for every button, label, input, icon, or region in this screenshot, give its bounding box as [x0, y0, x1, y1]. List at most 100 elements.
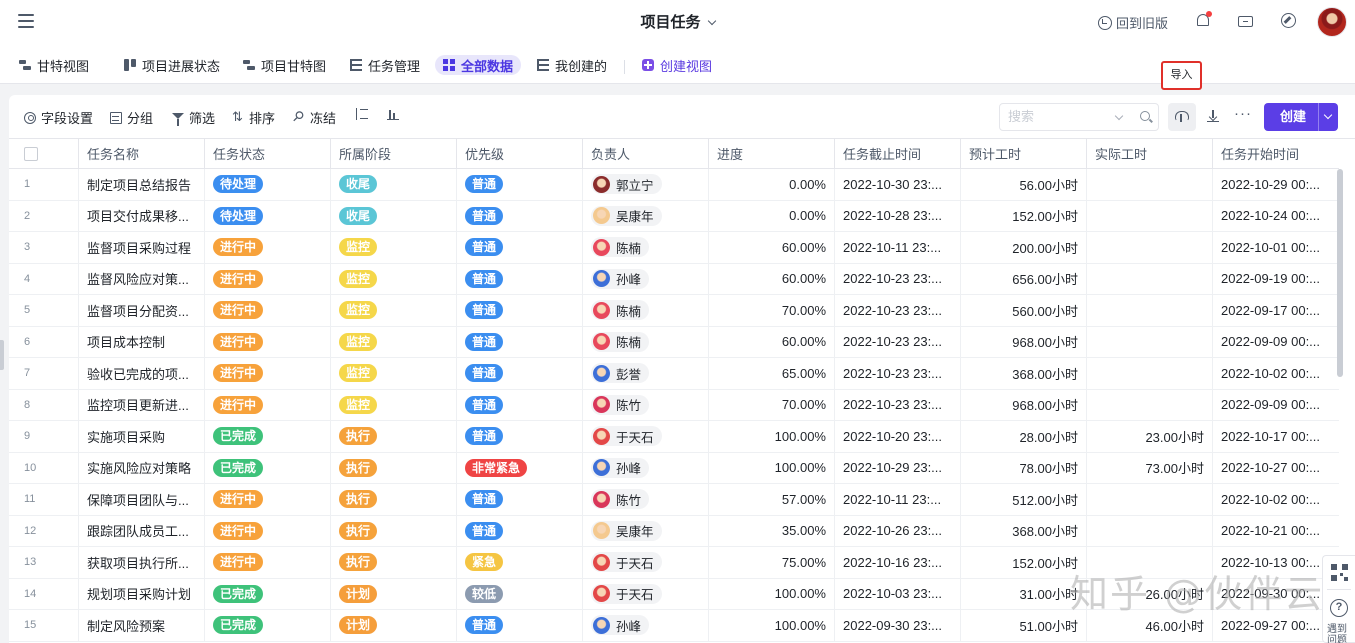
start-date-cell[interactable]: 2022-09-30 00:... — [1213, 579, 1339, 610]
owner-cell[interactable]: 孙峰 — [583, 452, 709, 483]
start-date-cell[interactable]: 2022-10-17 00:... — [1213, 421, 1339, 452]
table-row[interactable]: 6 项目成本控制 进行中 监控 普通 陈楠 60.00% 2022-10-23 23:... 9… — [9, 326, 1339, 358]
avatar[interactable] — [1317, 7, 1347, 37]
owner-cell[interactable]: 吴康年 — [583, 200, 709, 231]
due-date-cell[interactable]: 2022-10-03 23:... — [835, 578, 961, 609]
estimated-hours-cell[interactable]: 368.00小时 — [961, 515, 1087, 546]
due-date-cell[interactable]: 2022-10-23 23:... — [835, 295, 961, 326]
progress-cell[interactable]: 35.00% — [709, 515, 835, 546]
tab-created-by-me[interactable]: 我创建的 — [537, 55, 607, 75]
actual-hours-cell[interactable] — [1087, 263, 1213, 294]
table-row[interactable]: 13 获取项目执行所... 进行中 执行 紧急 于天石 75.00% 2022-10-16 2… — [9, 547, 1339, 579]
column-header[interactable]: 进度 — [709, 139, 835, 168]
start-date-cell[interactable]: 2022-10-02 00:... — [1213, 484, 1339, 515]
estimated-hours-cell[interactable]: 200.00小时 — [961, 232, 1087, 263]
task-name-cell[interactable]: 验收已完成的项... — [79, 358, 205, 389]
status-cell[interactable]: 进行中 — [205, 326, 331, 357]
estimated-hours-cell[interactable]: 512.00小时 — [961, 484, 1087, 515]
due-date-cell[interactable]: 2022-10-23 23:... — [835, 389, 961, 420]
column-header[interactable]: 任务截止时间 — [835, 139, 961, 168]
actual-hours-cell[interactable] — [1087, 358, 1213, 389]
stage-cell[interactable]: 执行 — [331, 421, 457, 452]
table-row[interactable]: 3 监督项目采购过程 进行中 监控 普通 陈楠 60.00% 2022-10-11 23:..… — [9, 232, 1339, 264]
actual-hours-cell[interactable] — [1087, 232, 1213, 263]
status-cell[interactable]: 进行中 — [205, 232, 331, 263]
table-row[interactable]: 4 监督风险应对策... 进行中 监控 普通 孙峰 60.00% 2022-10-23 23:… — [9, 263, 1339, 295]
actual-hours-cell[interactable] — [1087, 326, 1213, 357]
due-date-cell[interactable]: 2022-10-23 23:... — [835, 326, 961, 357]
due-date-cell[interactable]: 2022-10-30 23:... — [835, 169, 961, 200]
due-date-cell[interactable]: 2022-10-11 23:... — [835, 484, 961, 515]
table-row[interactable]: 12 跟踪团队成员工... 进行中 执行 普通 吴康年 35.00% 2022-10-26 2… — [9, 515, 1339, 547]
column-header[interactable]: 任务名称 — [79, 139, 205, 168]
estimated-hours-cell[interactable]: 968.00小时 — [961, 326, 1087, 357]
owner-cell[interactable]: 陈楠 — [583, 232, 709, 263]
column-header[interactable]: 预计工时 — [961, 139, 1087, 168]
priority-cell[interactable]: 较低 — [457, 578, 583, 609]
progress-cell[interactable]: 60.00% — [709, 263, 835, 294]
actual-hours-cell[interactable] — [1087, 515, 1213, 546]
owner-cell[interactable]: 郭立宁 — [583, 169, 709, 200]
start-date-cell[interactable]: 2022-09-27 00:... — [1213, 610, 1339, 641]
estimated-hours-cell[interactable]: 78.00小时 — [961, 452, 1087, 483]
owner-cell[interactable]: 于天石 — [583, 578, 709, 609]
stage-cell[interactable]: 计划 — [331, 578, 457, 609]
start-date-cell[interactable]: 2022-09-17 00:... — [1213, 295, 1339, 326]
inbox-icon[interactable] — [1238, 13, 1254, 29]
task-name-cell[interactable]: 规划项目采购计划 — [79, 578, 205, 609]
actual-hours-cell[interactable] — [1087, 547, 1213, 578]
estimated-hours-cell[interactable]: 51.00小时 — [961, 610, 1087, 641]
table-row[interactable]: 9 实施项目采购 已完成 执行 普通 于天石 100.00% 2022-10-20 23:..… — [9, 421, 1339, 453]
chevron-down-icon[interactable] — [1114, 111, 1124, 121]
estimated-hours-cell[interactable]: 31.00小时 — [961, 578, 1087, 609]
tab-task-management[interactable]: 任务管理 — [350, 55, 420, 75]
estimated-hours-cell[interactable]: 28.00小时 — [961, 421, 1087, 452]
sort-button[interactable]: 排序 — [232, 108, 275, 127]
status-cell[interactable]: 已完成 — [205, 421, 331, 452]
tab-gantt-view[interactable]: 甘特视图 — [19, 55, 89, 75]
table-row[interactable]: 14 规划项目采购计划 已完成 计划 较低 于天石 100.00% 2022-10-03 23… — [9, 578, 1339, 610]
group-button[interactable]: 分组 — [110, 108, 153, 127]
title-dropdown[interactable]: 项目任务 — [640, 14, 716, 31]
status-cell[interactable]: 待处理 — [205, 169, 331, 200]
sidebar-resize-handle[interactable] — [0, 340, 4, 370]
search-icon[interactable] — [1140, 111, 1150, 121]
column-header[interactable]: 负责人 — [583, 139, 709, 168]
start-date-cell[interactable]: 2022-10-13 00:... — [1213, 547, 1339, 578]
actual-hours-cell[interactable] — [1087, 295, 1213, 326]
task-name-cell[interactable]: 监督项目分配资... — [79, 295, 205, 326]
task-name-cell[interactable]: 实施风险应对策略 — [79, 452, 205, 483]
status-cell[interactable]: 进行中 — [205, 263, 331, 294]
status-cell[interactable]: 进行中 — [205, 515, 331, 546]
status-cell[interactable]: 进行中 — [205, 358, 331, 389]
due-date-cell[interactable]: 2022-10-16 23:... — [835, 547, 961, 578]
help-label[interactable]: 遇到问题 — [1327, 624, 1355, 643]
table-row[interactable]: 2 项目交付成果移... 待处理 收尾 普通 吴康年 0.00% 2022-10-28 23:… — [9, 200, 1339, 232]
progress-cell[interactable]: 57.00% — [709, 484, 835, 515]
actual-hours-cell[interactable] — [1087, 169, 1213, 200]
progress-cell[interactable]: 70.00% — [709, 389, 835, 420]
status-cell[interactable]: 进行中 — [205, 484, 331, 515]
priority-cell[interactable]: 非常紧急 — [457, 452, 583, 483]
start-date-cell[interactable]: 2022-10-01 00:... — [1213, 232, 1339, 263]
progress-cell[interactable]: 0.00% — [709, 200, 835, 231]
task-name-cell[interactable]: 制定风险预案 — [79, 610, 205, 641]
tab-all-data[interactable]: 全部数据 — [435, 55, 522, 75]
priority-cell[interactable]: 普通 — [457, 515, 583, 546]
estimated-hours-cell[interactable]: 368.00小时 — [961, 358, 1087, 389]
status-cell[interactable]: 已完成 — [205, 578, 331, 609]
actual-hours-cell[interactable] — [1087, 200, 1213, 231]
table-row[interactable]: 8 监控项目更新进... 进行中 监控 普通 陈竹 70.00% 2022-10-23 23:… — [9, 389, 1339, 421]
progress-cell[interactable]: 100.00% — [709, 452, 835, 483]
table-row[interactable]: 10 实施风险应对策略 已完成 执行 非常紧急 孙峰 100.00% 2022-10-29 2… — [9, 452, 1339, 484]
table-row[interactable]: 11 保障项目团队与... 进行中 执行 普通 陈竹 57.00% 2022-10-11 23… — [9, 484, 1339, 516]
table-row[interactable]: 15 制定风险预案 已完成 计划 普通 孙峰 100.00% 2022-09-30 23:..… — [9, 610, 1339, 642]
task-name-cell[interactable]: 获取项目执行所... — [79, 547, 205, 578]
owner-cell[interactable]: 吴康年 — [583, 515, 709, 546]
estimated-hours-cell[interactable]: 656.00小时 — [961, 263, 1087, 294]
search-input[interactable]: 搜索 — [999, 103, 1159, 131]
back-to-old-version-link[interactable]: 回到旧版 — [1098, 13, 1168, 32]
owner-cell[interactable]: 陈楠 — [583, 326, 709, 357]
task-name-cell[interactable]: 制定项目总结报告 — [79, 169, 205, 200]
menu-icon[interactable] — [18, 14, 34, 28]
